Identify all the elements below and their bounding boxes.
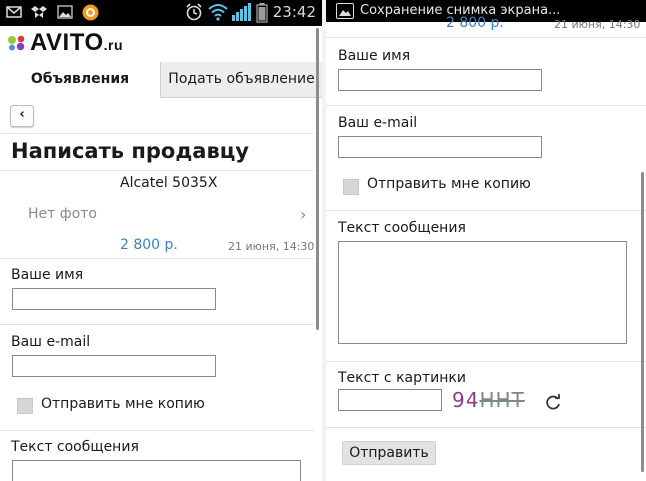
captcha-image: 94HHT — [452, 388, 525, 412]
divider — [0, 258, 314, 259]
message-textarea[interactable] — [338, 241, 627, 344]
dropbox-icon — [31, 6, 47, 18]
scrollbar[interactable] — [316, 28, 319, 330]
divider — [0, 324, 314, 325]
post-date: 21 июня, 14:30 — [554, 18, 641, 31]
avito-logo-text[interactable]: AVITO.ru — [30, 29, 123, 57]
copy-label: Отправить мне копию — [367, 176, 531, 192]
avito-logo-icon — [8, 35, 25, 51]
image-icon — [57, 5, 73, 19]
page-title: Написать продавцу — [11, 139, 249, 163]
copy-checkbox[interactable] — [17, 398, 33, 414]
tab-post-ad[interactable]: Подать объявление — [160, 62, 322, 98]
email-label: Ваш e-mail — [11, 334, 91, 350]
battery-icon — [256, 3, 268, 23]
submit-button[interactable]: Отправить — [342, 441, 436, 465]
divider — [326, 210, 646, 211]
gmail-icon — [6, 6, 22, 18]
wifi-icon — [208, 4, 228, 21]
message-textarea[interactable] — [12, 460, 301, 481]
divider — [326, 361, 646, 362]
back-button[interactable]: ‹ — [10, 105, 34, 127]
no-photo-label: Нет фото — [28, 206, 98, 222]
email-label: Ваш e-mail — [338, 115, 418, 131]
name-input[interactable] — [12, 288, 216, 310]
message-label: Текст сообщения — [338, 220, 466, 236]
divider — [326, 427, 646, 428]
price: 2 800 р. — [446, 15, 504, 31]
chevron-right-icon[interactable]: › — [300, 205, 306, 224]
signal-icon — [232, 3, 251, 21]
divider — [326, 37, 646, 38]
divider — [0, 430, 314, 431]
scrollbar[interactable] — [641, 172, 644, 472]
divider — [0, 133, 314, 134]
left-screen: 23:42 AVITO.ru Объявления Подать объявле… — [0, 0, 322, 481]
email-input[interactable] — [338, 136, 542, 158]
status-time: 23:42 — [272, 3, 316, 21]
tabs: Объявления Подать объявление — [0, 62, 322, 98]
captcha-input[interactable] — [338, 389, 442, 411]
app-orange-icon — [82, 4, 99, 21]
tab-listings[interactable]: Объявления — [0, 62, 160, 98]
name-label: Ваше имя — [11, 267, 84, 283]
image-icon — [336, 3, 354, 19]
avito-header: AVITO.ru — [0, 26, 322, 62]
email-input[interactable] — [12, 355, 216, 377]
chevron-left-icon: ‹ — [19, 107, 25, 122]
alarm-icon — [186, 3, 202, 21]
price: 2 800 р. — [120, 237, 178, 253]
copy-label: Отправить мне копию — [41, 396, 205, 412]
copy-checkbox[interactable] — [343, 179, 359, 195]
product-name[interactable]: Alcatel 5035X — [120, 175, 217, 191]
post-date: 21 июня, 14:30 — [228, 240, 315, 253]
name-label: Ваше имя — [338, 48, 411, 64]
name-input[interactable] — [338, 69, 542, 91]
captcha-label: Текст с картинки — [338, 370, 466, 386]
divider — [326, 105, 646, 106]
status-bar: 23:42 — [0, 0, 322, 26]
message-label: Текст сообщения — [11, 439, 139, 455]
divider — [0, 170, 314, 171]
refresh-icon[interactable] — [544, 393, 562, 411]
